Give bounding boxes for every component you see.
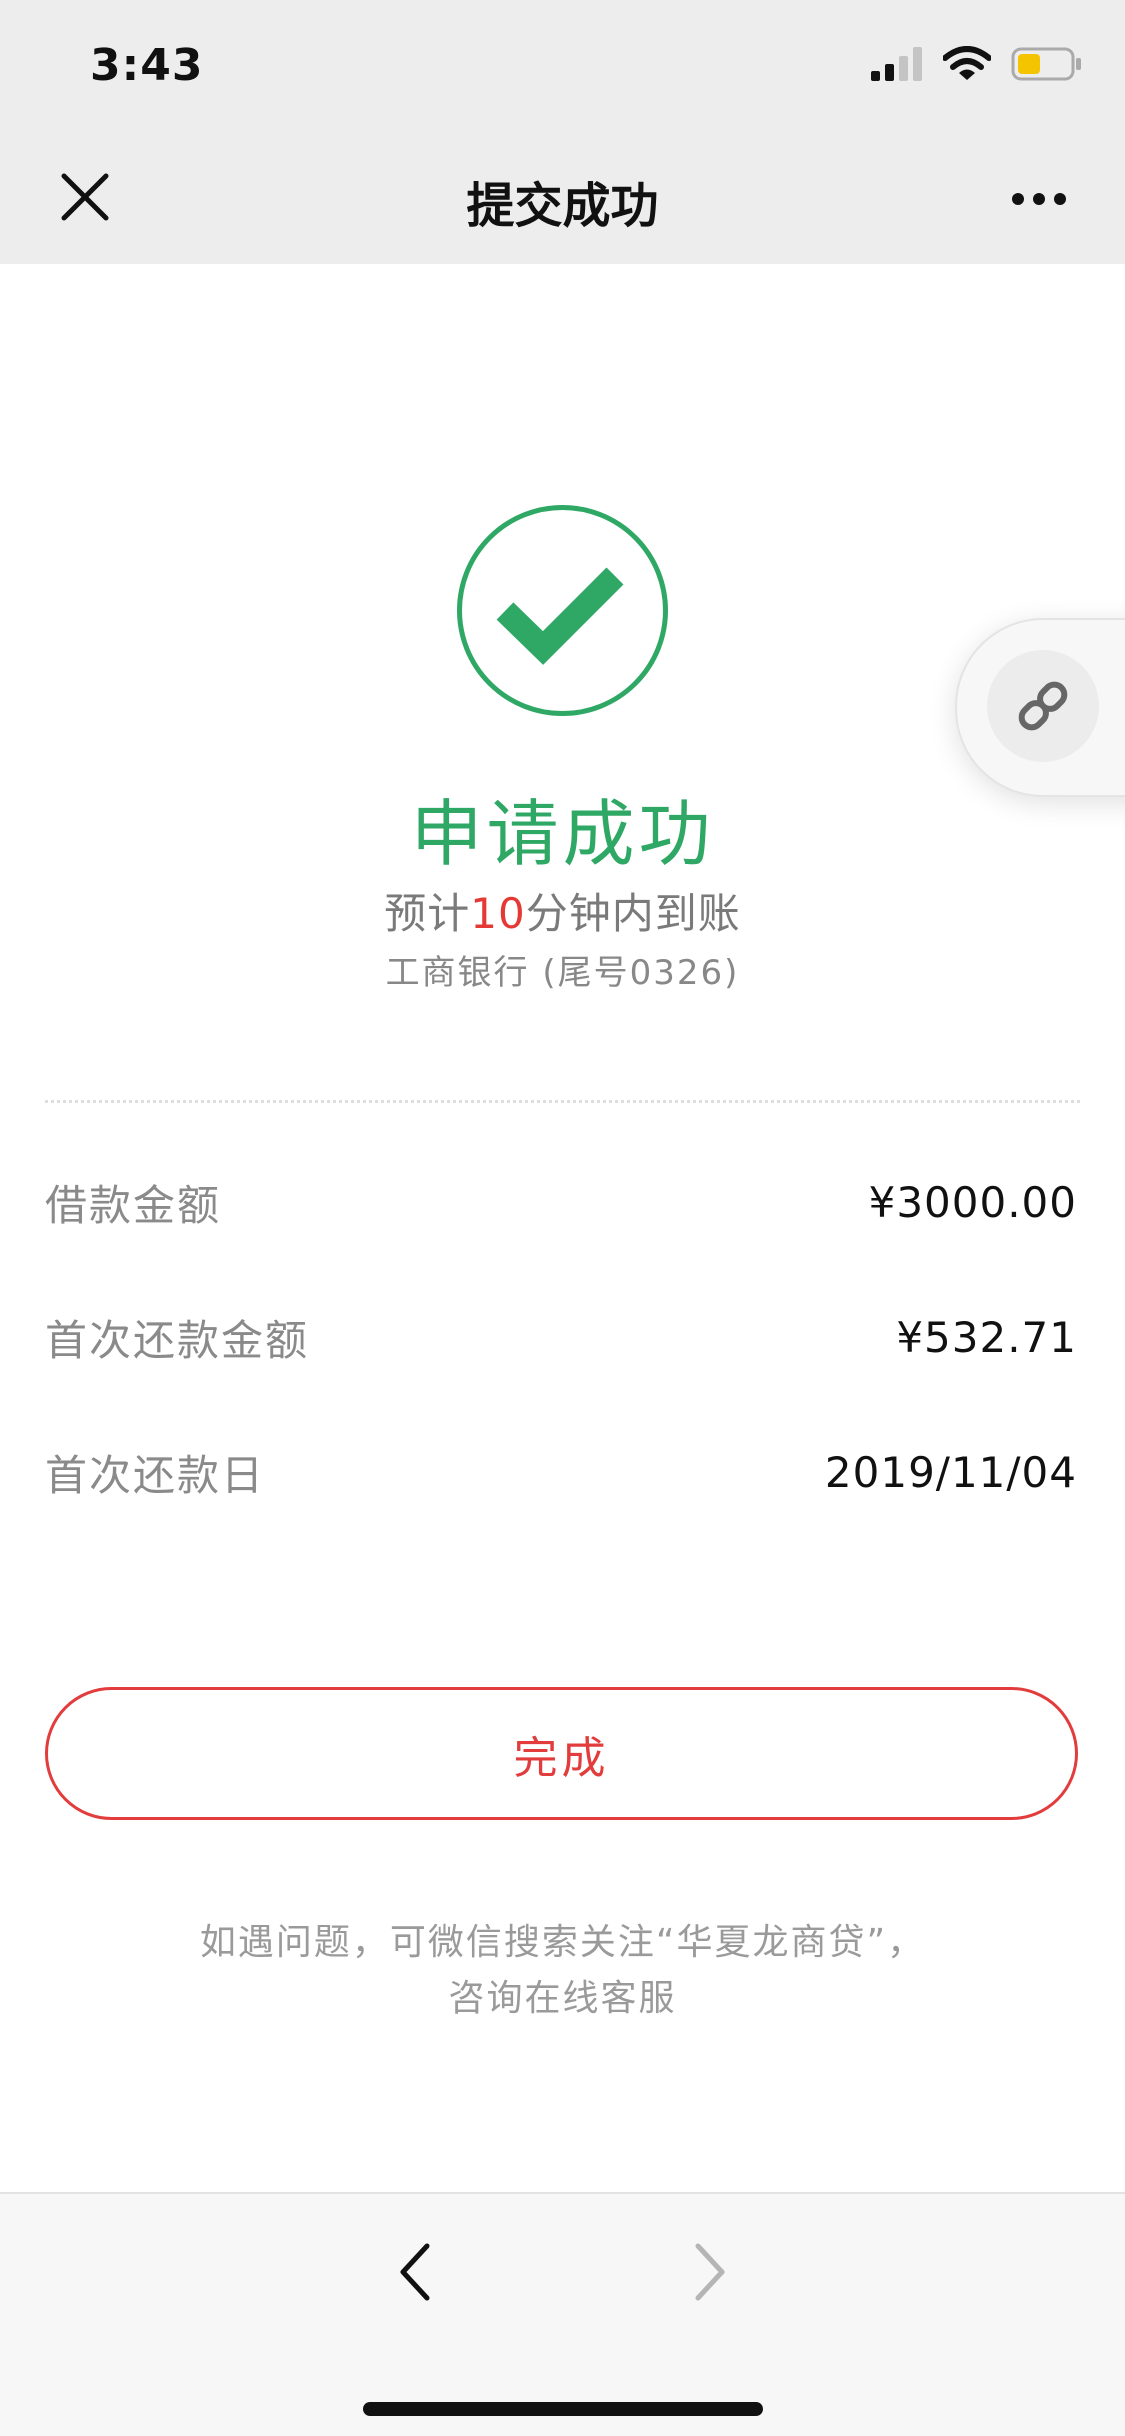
bank-info: 工商银行 (尾号0326) — [385, 953, 740, 993]
detail-label: 首次还款金额 — [45, 1315, 310, 1365]
detail-value: 2019/11/04 — [824, 1447, 1077, 1497]
detail-value: ¥3000.00 — [868, 1177, 1077, 1227]
home-indicator — [363, 2402, 763, 2416]
status-time: 3:43 — [90, 40, 204, 91]
eta-suffix: 分钟内到账 — [525, 889, 741, 938]
done-button[interactable]: 完成 — [45, 1687, 1078, 1820]
arrival-estimate: 预计10分钟内到账 — [0, 880, 1125, 941]
help-text: 如遇问题，可微信搜索关注“华夏龙商贷”， 咨询在线客服 — [0, 1915, 1125, 2027]
status-icons — [871, 46, 1083, 82]
cellular-signal-icon — [871, 47, 922, 81]
eta-minutes: 10 — [470, 889, 526, 938]
help-line-1: 如遇问题，可微信搜索关注“华夏龙商贷”， — [199, 1922, 926, 1963]
detail-row-first-repayment-amount: 首次还款金额 ¥532.71 — [45, 1302, 1077, 1372]
check-circle-icon — [457, 505, 668, 716]
chevron-right-icon[interactable] — [690, 2242, 730, 2302]
link-button-circle[interactable] — [987, 650, 1099, 762]
chevron-left-icon[interactable] — [395, 2242, 435, 2302]
page-title: 提交成功 — [466, 178, 659, 234]
browser-bottom-bar — [0, 2192, 1125, 2436]
wifi-icon — [943, 46, 991, 80]
more-icon[interactable] — [1011, 192, 1067, 206]
detail-row-first-repayment-date: 首次还款日 2019/11/04 — [45, 1437, 1077, 1507]
detail-label: 借款金额 — [45, 1180, 222, 1230]
help-line-2: 咨询在线客服 — [448, 1978, 677, 2019]
detail-value: ¥532.71 — [896, 1312, 1077, 1362]
floating-link-button[interactable] — [955, 618, 1125, 797]
detail-row-loan-amount: 借款金额 ¥3000.00 — [45, 1167, 1077, 1237]
success-title: 申请成功 — [410, 792, 715, 876]
detail-label: 首次还款日 — [45, 1450, 266, 1500]
battery-icon — [1011, 47, 1081, 81]
eta-prefix: 预计 — [384, 889, 471, 938]
top-header: 3:43 提交成功 — [0, 0, 1125, 264]
dotted-divider — [45, 1100, 1080, 1103]
page: 3:43 提交成功 申请成功 预计10分钟内到账 工商银行 (尾号0326) 借… — [0, 0, 1125, 2436]
link-icon — [1018, 681, 1068, 731]
